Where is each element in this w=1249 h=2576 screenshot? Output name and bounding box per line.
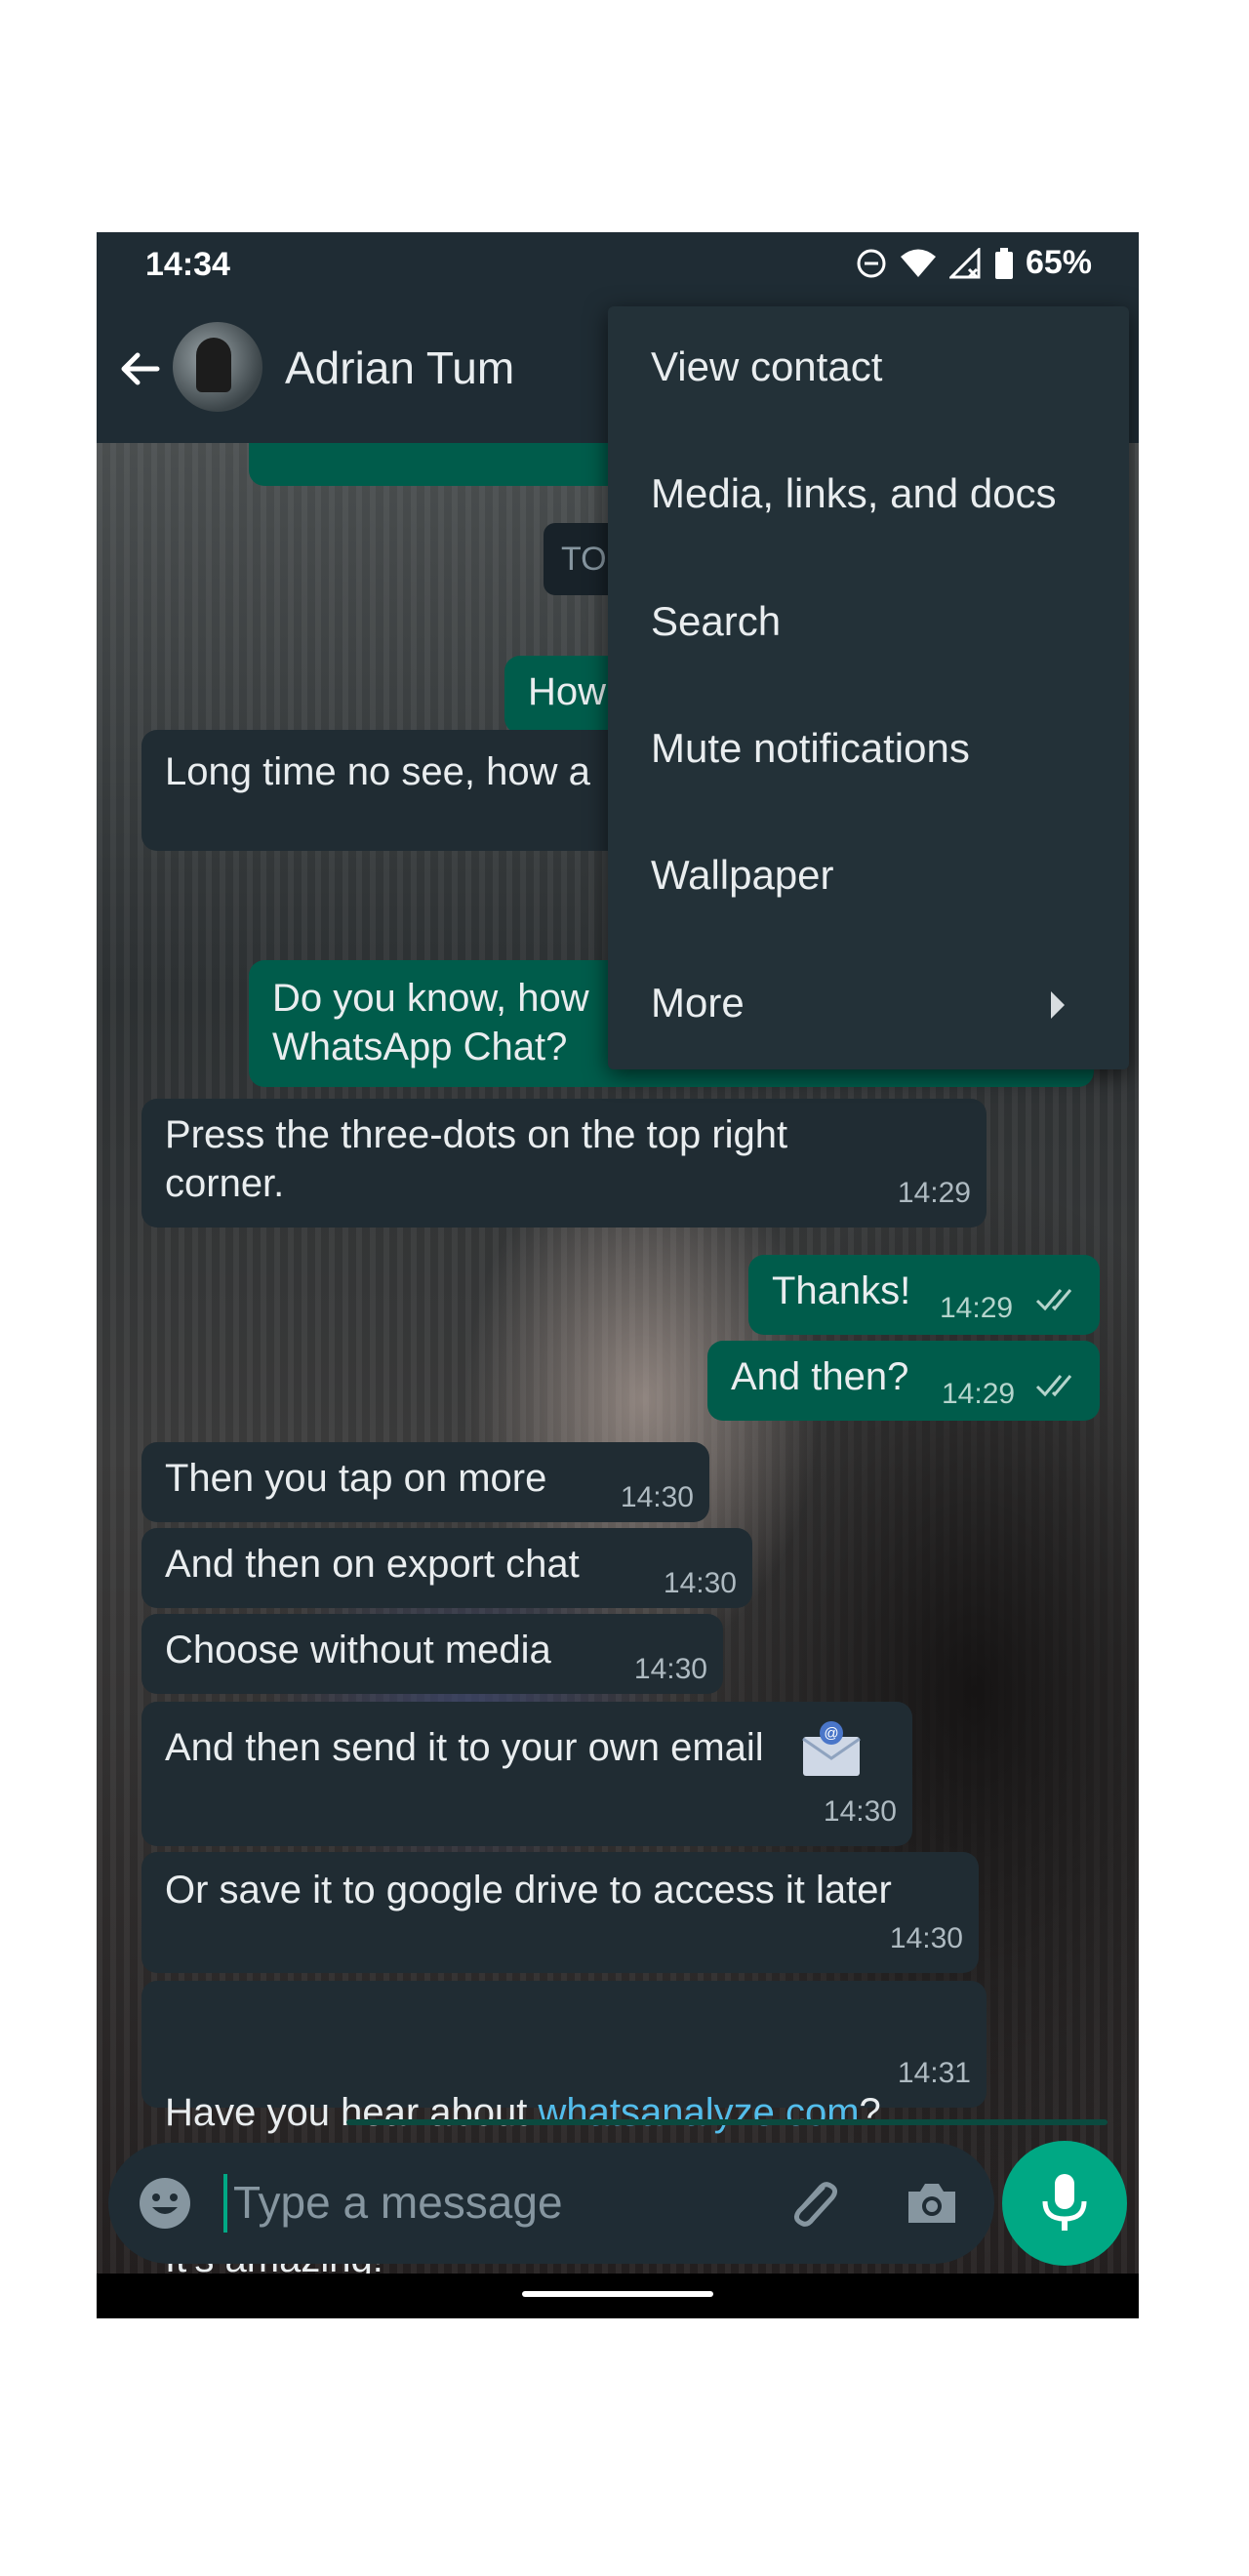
message-time: 14:29 xyxy=(897,1177,971,1209)
message-text: Then you tap on more xyxy=(165,1457,547,1500)
message-text: Do you know, how WhatsApp Chat? xyxy=(272,977,589,1068)
attach-icon[interactable] xyxy=(784,2174,842,2233)
incoming-bubble[interactable]: Press the three-dots on the top right co… xyxy=(141,1099,987,1228)
phone-screen: 14:34 65% Adrian Tum TO How Long time no… xyxy=(97,232,1139,2318)
dnd-icon xyxy=(857,249,886,277)
signal-icon xyxy=(948,247,981,278)
message-time: 14:30 xyxy=(620,1481,694,1513)
status-icons: 65% xyxy=(856,244,1092,282)
message-time: 14:29 xyxy=(940,1292,1014,1324)
double-check-icon xyxy=(1035,1375,1072,1397)
incoming-bubble[interactable]: Have you hear about whatsanalyze.com? It… xyxy=(141,1981,987,2274)
overflow-menu: View contact Media, links, and docs Sear… xyxy=(608,306,1129,1069)
message-text: Or save it to google drive to access it … xyxy=(165,1869,892,1912)
menu-item-label: Wallpaper xyxy=(651,852,834,898)
message-time: 14:30 xyxy=(633,1653,707,1685)
contact-name[interactable]: Adrian Tum xyxy=(285,342,514,394)
menu-item-search[interactable]: Search xyxy=(608,561,1129,688)
incoming-bubble[interactable]: And then on export chat 14:30 xyxy=(141,1528,752,1608)
scroll-indicator xyxy=(346,2119,1108,2125)
menu-item-view-contact[interactable]: View contact xyxy=(608,306,1129,433)
status-bar: 14:34 65% xyxy=(97,232,1139,297)
menu-item-media-links-docs[interactable]: Media, links, and docs xyxy=(608,433,1129,560)
message-composer: Type a message xyxy=(108,2143,994,2264)
message-text-part: ? xyxy=(859,2091,881,2134)
message-text: Thanks! xyxy=(772,1269,911,1312)
menu-item-label: View contact xyxy=(651,343,883,389)
message-link[interactable]: whatsanalyze.com xyxy=(538,2091,859,2134)
svg-text:@: @ xyxy=(824,1725,838,1742)
message-text: And then on export chat xyxy=(165,1543,580,1586)
status-time: 14:34 xyxy=(145,246,230,283)
chevron-right-icon xyxy=(1051,991,1065,1019)
message-text: How xyxy=(528,670,607,713)
menu-item-label: Search xyxy=(651,598,782,644)
message-input[interactable]: Type a message xyxy=(233,2176,563,2229)
outgoing-bubble[interactable]: And then? 14:29 xyxy=(707,1341,1100,1421)
incoming-bubble[interactable]: And then send it to your own email @ 14:… xyxy=(141,1702,912,1846)
outgoing-bubble[interactable]: Thanks! 14:29 xyxy=(748,1255,1100,1335)
mic-icon xyxy=(1042,2174,1087,2231)
message-time: 14:30 xyxy=(823,1795,897,1828)
message-text-part: Have you hear about xyxy=(165,2091,539,2134)
emoji-icon[interactable] xyxy=(138,2176,192,2231)
battery-icon xyxy=(994,247,1013,279)
camera-icon[interactable] xyxy=(905,2176,959,2231)
avatar[interactable] xyxy=(173,322,262,412)
message-text: Choose without media xyxy=(165,1629,551,1671)
battery-percent: 65% xyxy=(1025,244,1092,281)
wifi-icon xyxy=(900,249,936,277)
message-text: And then send it to your own email xyxy=(165,1726,764,1769)
incoming-bubble[interactable]: Then you tap on more 14:30 xyxy=(141,1442,709,1522)
back-arrow-icon[interactable] xyxy=(114,343,165,394)
message-text: And then? xyxy=(731,1355,909,1398)
message-time: 14:30 xyxy=(889,1922,963,1954)
menu-item-label: Mute notifications xyxy=(651,725,970,771)
menu-item-more[interactable]: More xyxy=(608,943,1129,1069)
double-check-icon xyxy=(1035,1289,1072,1311)
menu-item-wallpaper[interactable]: Wallpaper xyxy=(608,815,1129,942)
home-handle[interactable] xyxy=(522,2291,713,2297)
menu-item-label: More xyxy=(651,980,745,1026)
menu-item-mute-notifications[interactable]: Mute notifications xyxy=(608,688,1129,815)
message-time: 14:30 xyxy=(663,1567,737,1599)
email-icon: @ xyxy=(802,1721,861,1776)
text-caret xyxy=(223,2174,227,2233)
message-text: Press the three-dots on the top right co… xyxy=(165,1113,788,1205)
incoming-bubble[interactable]: Or save it to google drive to access it … xyxy=(141,1852,979,1973)
mic-button[interactable] xyxy=(1002,2141,1127,2266)
message-text: Long time no see, how a xyxy=(165,750,590,793)
incoming-bubble[interactable]: Choose without media 14:30 xyxy=(141,1614,723,1694)
navigation-bar xyxy=(97,2274,1139,2318)
message-time: 14:31 xyxy=(897,2057,971,2089)
incoming-bubble[interactable]: Long time no see, how a xyxy=(141,730,649,851)
menu-item-label: Media, links, and docs xyxy=(651,470,1057,516)
message-time: 14:29 xyxy=(942,1378,1016,1410)
